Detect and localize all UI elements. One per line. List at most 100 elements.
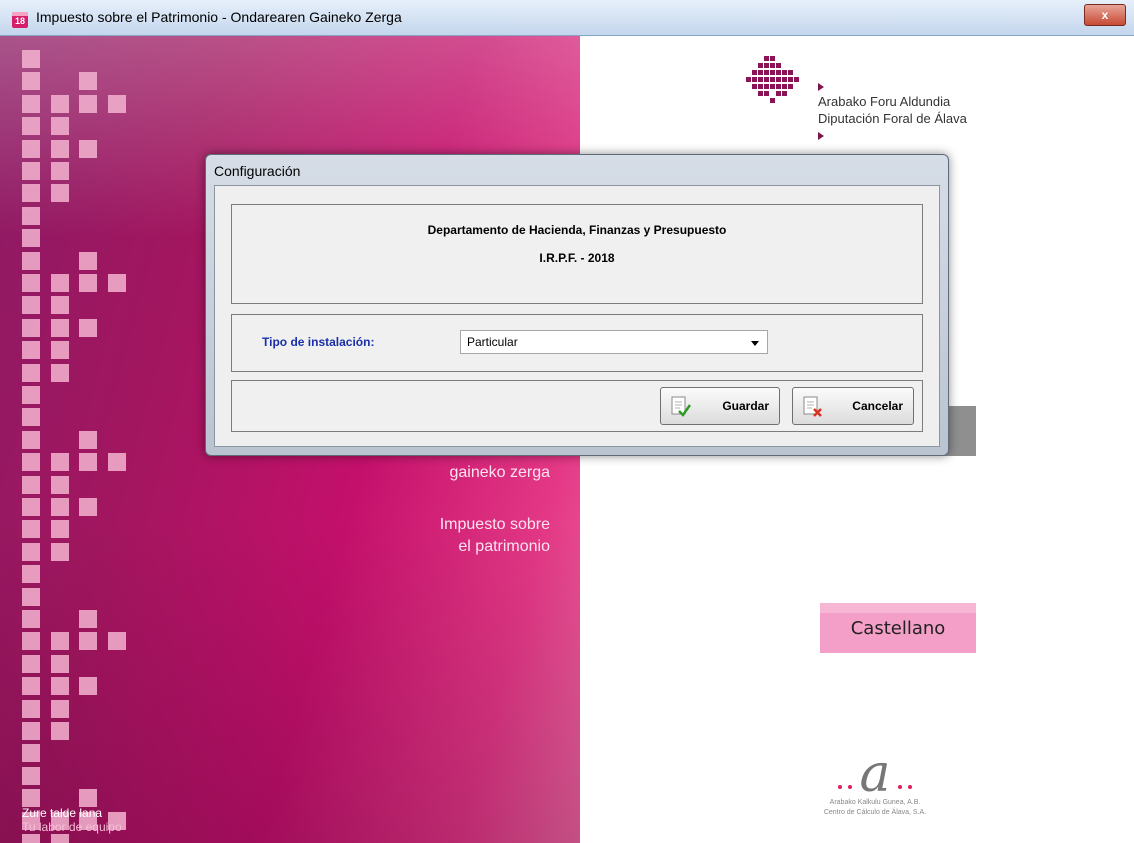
decorative-square	[50, 542, 69, 561]
decorative-square	[22, 386, 40, 404]
cancel-button[interactable]: Cancelar	[792, 387, 914, 425]
decorative-square	[22, 453, 40, 472]
decorative-square	[22, 542, 40, 561]
decorative-square	[79, 430, 97, 449]
installation-type-select[interactable]: Particular	[460, 330, 768, 354]
brand-text-eu: gaineko zerga	[449, 464, 550, 481]
decorative-square	[107, 274, 126, 292]
decorative-square	[22, 565, 40, 584]
buttons-group: Guardar Cancelar	[231, 380, 923, 432]
configuracion-dialog: Configuración Departamento de Hacienda, …	[205, 154, 949, 456]
decorative-square	[79, 453, 97, 472]
decorative-square	[22, 766, 40, 785]
decorative-square	[79, 251, 97, 270]
ccaa-logo-mark: a	[810, 748, 940, 800]
logo-arrow-icon	[818, 83, 824, 91]
decorative-square	[22, 206, 40, 225]
decorative-square	[50, 274, 69, 292]
decorative-square	[22, 610, 40, 628]
brand-text-es-line2: el patrimonio	[458, 538, 550, 555]
decorative-square	[22, 229, 40, 248]
brand-text-es: Impuesto sobre el patrimonio	[440, 514, 550, 558]
decorative-square	[22, 430, 40, 449]
ccaa-logo: a Arabako Kalkulu Gunea, A.B. Centro de …	[810, 748, 940, 818]
decorative-square	[79, 498, 97, 516]
decorative-square	[50, 498, 69, 516]
decorative-square	[22, 699, 40, 718]
department-title: Departamento de Hacienda, Finanzas y Pre…	[427, 223, 727, 237]
decorative-square	[107, 453, 126, 472]
tax-year-label: I.R.P.F. - 2018	[539, 251, 615, 265]
save-button-label: Guardar	[722, 399, 769, 413]
decorative-square	[50, 632, 69, 651]
language-button[interactable]: Castellano	[820, 603, 976, 653]
document-check-icon	[671, 396, 691, 417]
decorative-square	[50, 162, 69, 180]
decorative-square	[50, 453, 69, 472]
decorative-square	[50, 677, 69, 696]
document-cancel-icon	[803, 396, 822, 417]
decorative-square	[22, 363, 40, 382]
save-button[interactable]: Guardar	[660, 387, 780, 425]
dialog-title: Configuración	[214, 163, 301, 179]
decorative-square	[22, 587, 40, 606]
decorative-square	[107, 632, 126, 651]
decorative-square	[22, 117, 40, 136]
ccaa-logo-letter: a	[859, 744, 891, 804]
decorative-square	[50, 139, 69, 158]
decorative-square	[79, 72, 97, 91]
decorative-square	[22, 834, 40, 843]
decorative-square	[22, 341, 40, 360]
decorative-square	[50, 722, 69, 740]
decorative-square	[50, 184, 69, 203]
decorative-square	[50, 363, 69, 382]
decorative-square	[22, 632, 40, 651]
installation-group: Tipo de instalación: Particular	[231, 314, 923, 372]
decorative-square	[50, 117, 69, 136]
brand-text-es-line1: Impuesto sobre	[439, 516, 550, 533]
decorative-square	[79, 632, 97, 651]
decorative-square	[107, 94, 126, 113]
ccaa-text-eu: Arabako Kalkulu Gunea, A.B.	[829, 799, 921, 806]
decorative-square	[22, 296, 40, 315]
decorative-square	[22, 184, 40, 203]
close-button[interactable]: x	[1084, 4, 1126, 26]
decorative-square	[50, 520, 69, 539]
diputacion-logo: Arabako Foru Aldundia Diputación Foral d…	[746, 56, 1006, 140]
decorative-square	[50, 296, 69, 315]
installation-type-label: Tipo de instalación:	[262, 335, 375, 349]
decorative-square	[79, 789, 97, 808]
header-group: Departamento de Hacienda, Finanzas y Pre…	[231, 204, 923, 304]
window-title: Impuesto sobre el Patrimonio - Ondareare…	[36, 9, 402, 25]
decorative-square	[22, 50, 40, 68]
decorative-square	[79, 677, 97, 696]
decorative-square	[22, 520, 40, 539]
decorative-square	[79, 139, 97, 158]
decorative-square	[79, 610, 97, 628]
logo-text-eu: Arabako Foru Aldundia	[818, 94, 951, 109]
decorative-square	[50, 699, 69, 718]
decorative-square	[22, 677, 40, 696]
decorative-square	[50, 341, 69, 360]
decorative-square	[22, 744, 40, 763]
decorative-square	[22, 139, 40, 158]
decorative-square	[79, 94, 97, 113]
cancel-button-label: Cancelar	[852, 399, 903, 413]
decorative-square	[50, 654, 69, 673]
decorative-square	[50, 475, 69, 494]
decorative-square	[22, 72, 40, 91]
decorative-square	[22, 274, 40, 292]
decorative-square	[79, 318, 97, 337]
decorative-square	[22, 654, 40, 673]
footer-slogan-es: Tu labor de equipo	[22, 820, 122, 834]
decorative-square	[22, 475, 40, 494]
ccaa-text-es: Centro de Cálculo de Álava, S.A.	[823, 809, 927, 816]
decorative-square	[22, 94, 40, 113]
decorative-square	[22, 789, 40, 808]
calendar-app-icon: 18	[12, 12, 28, 28]
footer-slogan-eu: Zure talde lana	[22, 806, 103, 820]
diputacion-logo-icon	[746, 56, 799, 103]
decorative-square	[22, 318, 40, 337]
decorative-square	[22, 722, 40, 740]
decorative-square	[22, 498, 40, 516]
